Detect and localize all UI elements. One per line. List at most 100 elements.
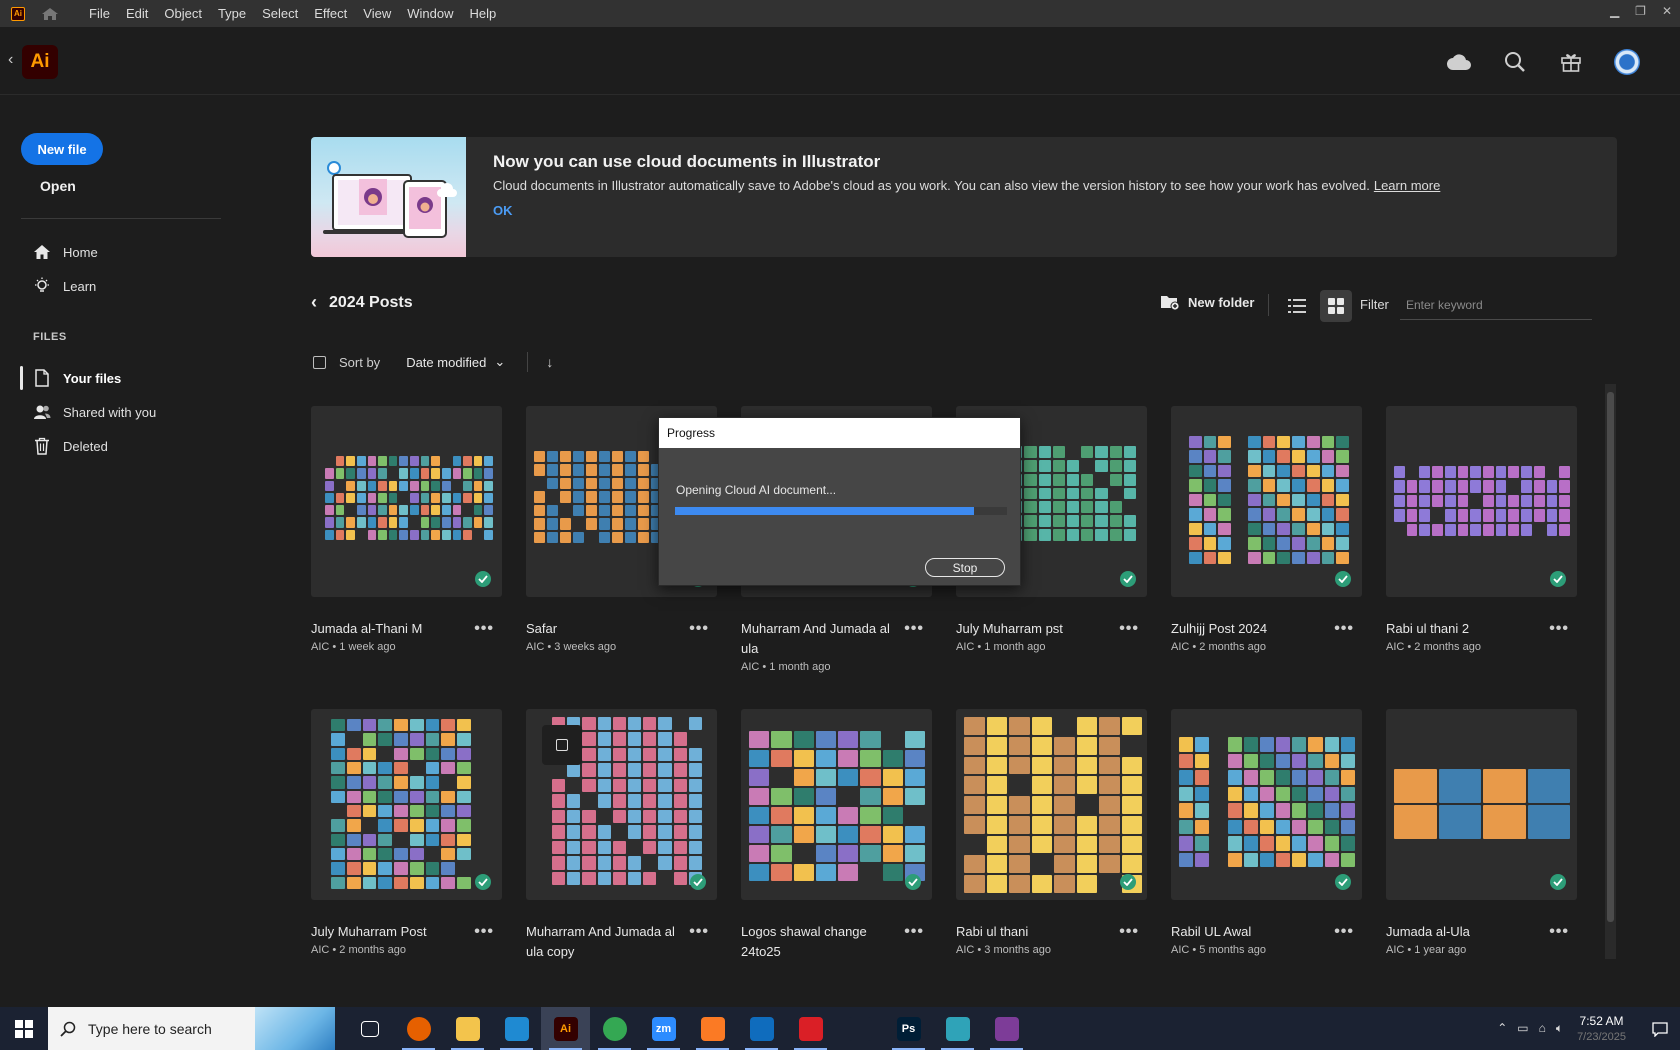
file-title[interactable]: July Muharram Post (311, 922, 461, 942)
file-title[interactable]: Rabil UL Awal (1171, 922, 1321, 942)
select-all-checkbox[interactable] (313, 355, 326, 369)
taskbar-search[interactable]: Type here to search (48, 1007, 335, 1050)
new-file-button[interactable]: New file (21, 133, 103, 165)
gift-icon[interactable] (1558, 49, 1584, 75)
file-thumbnail[interactable] (956, 709, 1147, 900)
file-title[interactable]: Logos shawal change 24to25 (741, 922, 891, 962)
list-view-icon[interactable] (1285, 294, 1309, 318)
display-icon[interactable]: ▭ (1517, 1021, 1528, 1036)
menu-item-object[interactable]: Object (156, 6, 210, 21)
avatar[interactable] (1614, 49, 1640, 75)
more-options-icon[interactable]: ••• (1334, 923, 1354, 941)
taskbar-zoom-icon[interactable]: zm (639, 1007, 688, 1050)
file-card[interactable]: Jumada al-Ula AIC • 1 year ago ••• (1386, 709, 1577, 956)
menu-item-help[interactable]: Help (461, 6, 504, 21)
taskbar-chrome-icon[interactable] (590, 1007, 639, 1050)
menu-item-select[interactable]: Select (254, 6, 306, 21)
more-options-icon[interactable]: ••• (1334, 620, 1354, 638)
more-options-icon[interactable]: ••• (1119, 620, 1139, 638)
file-thumbnail[interactable] (311, 709, 502, 900)
file-thumbnail[interactable] (1171, 709, 1362, 900)
file-thumbnail[interactable] (1386, 406, 1577, 597)
filter-input[interactable] (1400, 290, 1592, 320)
scrollbar-thumb[interactable] (1607, 392, 1614, 922)
file-card[interactable]: Rabil UL Awal AIC • 5 months ago ••• (1171, 709, 1362, 956)
taskbar-file-explorer-icon[interactable] (443, 1007, 492, 1050)
select-checkbox[interactable] (542, 725, 582, 765)
taskbar-xampp-icon[interactable] (688, 1007, 737, 1050)
file-thumbnail[interactable] (526, 709, 717, 900)
home-icon[interactable] (41, 7, 59, 21)
sidebar-item-your-files[interactable]: Your files (33, 369, 121, 387)
taskbar-vscode-icon[interactable] (492, 1007, 541, 1050)
more-options-icon[interactable]: ••• (689, 923, 709, 941)
sort-dropdown[interactable]: Date modified ⌄ (406, 354, 505, 370)
sidebar-item-home[interactable]: Home (33, 243, 98, 261)
clock[interactable]: 7:52 AM 7/23/2025 (1577, 1013, 1626, 1045)
file-title[interactable]: Rabi ul thani (956, 922, 1106, 942)
taskbar-task-view-icon[interactable] (345, 1007, 394, 1050)
notification-icon[interactable] (1640, 1021, 1680, 1037)
more-options-icon[interactable]: ••• (904, 923, 924, 941)
menu-item-window[interactable]: Window (399, 6, 461, 21)
banner-ok-button[interactable]: OK (493, 203, 513, 218)
file-card[interactable]: Zulhijj Post 2024 AIC • 2 months ago ••• (1171, 406, 1362, 653)
network-icon[interactable]: ⌂ (1539, 1021, 1546, 1036)
close-icon[interactable]: ✕ (1662, 4, 1672, 18)
file-thumbnail[interactable] (1171, 406, 1362, 597)
cloud-icon[interactable] (1446, 49, 1472, 75)
more-options-icon[interactable]: ••• (689, 620, 709, 638)
sort-direction-icon[interactable]: ↓ (546, 354, 553, 370)
windows-start-icon[interactable] (0, 1007, 48, 1050)
back-chevron-icon[interactable]: ‹ (8, 51, 13, 69)
more-options-icon[interactable]: ••• (1549, 923, 1569, 941)
taskbar-pen-tool-icon[interactable] (835, 1007, 884, 1050)
search-icon[interactable] (1502, 49, 1528, 75)
more-options-icon[interactable]: ••• (904, 620, 924, 638)
taskbar-firefox-icon[interactable] (394, 1007, 443, 1050)
restore-icon[interactable]: ❐ (1635, 4, 1646, 18)
file-card[interactable]: Rabi ul thani AIC • 3 months ago ••• (956, 709, 1147, 956)
file-title[interactable]: Zulhijj Post 2024 (1171, 619, 1321, 639)
learn-more-link[interactable]: Learn more (1374, 178, 1440, 193)
file-title[interactable]: Safar (526, 619, 676, 639)
chevron-up-icon[interactable]: ⌃ (1497, 1021, 1507, 1036)
taskbar-photoshop-icon[interactable]: Ps (884, 1007, 933, 1050)
sidebar-item-learn[interactable]: Learn (33, 277, 96, 295)
menu-item-edit[interactable]: Edit (118, 6, 156, 21)
open-button[interactable]: Open (40, 178, 76, 194)
menu-item-type[interactable]: Type (210, 6, 254, 21)
illustrator-logo[interactable]: Ai (22, 45, 58, 79)
file-title[interactable]: Rabi ul thani 2 (1386, 619, 1536, 639)
more-options-icon[interactable]: ••• (474, 923, 494, 941)
file-title[interactable]: Muharram And Jumada al ula copy (526, 922, 676, 962)
file-thumbnail[interactable] (1386, 709, 1577, 900)
sidebar-item-shared[interactable]: Shared with you (33, 403, 156, 421)
file-title[interactable]: Jumada al-Thani M (311, 619, 461, 639)
taskbar-creative-cloud-icon[interactable] (786, 1007, 835, 1050)
volume-icon[interactable]: 🔈︎ (1556, 1021, 1563, 1036)
file-card[interactable]: Muharram And Jumada al ula copy ••• (526, 709, 717, 964)
back-chevron-icon[interactable]: ‹ (311, 292, 317, 313)
file-title[interactable]: Muharram And Jumada al ula (741, 619, 891, 659)
taskbar-app-diamond-icon[interactable] (933, 1007, 982, 1050)
taskbar-illustrator-icon[interactable]: Ai (541, 1007, 590, 1050)
file-thumbnail[interactable] (311, 406, 502, 597)
file-card[interactable]: Rabi ul thani 2 AIC • 2 months ago ••• (1386, 406, 1577, 653)
file-card[interactable]: Jumada al-Thani M AIC • 1 week ago ••• (311, 406, 502, 653)
grid-view-icon[interactable] (1320, 290, 1352, 322)
new-folder-button[interactable]: New folder (1160, 294, 1254, 310)
more-options-icon[interactable]: ••• (1549, 620, 1569, 638)
taskbar-winrar-icon[interactable] (982, 1007, 1031, 1050)
file-card[interactable]: July Muharram Post AIC • 2 months ago ••• (311, 709, 502, 956)
taskbar-outlook-icon[interactable] (737, 1007, 786, 1050)
more-options-icon[interactable]: ••• (474, 620, 494, 638)
more-options-icon[interactable]: ••• (1119, 923, 1139, 941)
file-card[interactable]: Logos shawal change 24to25 ••• (741, 709, 932, 964)
file-thumbnail[interactable] (741, 709, 932, 900)
stop-button[interactable]: Stop (925, 558, 1005, 577)
menu-item-file[interactable]: File (81, 6, 118, 21)
menu-item-view[interactable]: View (355, 6, 399, 21)
illustrator-mini-icon[interactable]: Ai (11, 6, 25, 21)
minimize-icon[interactable]: ▁ (1610, 4, 1619, 18)
